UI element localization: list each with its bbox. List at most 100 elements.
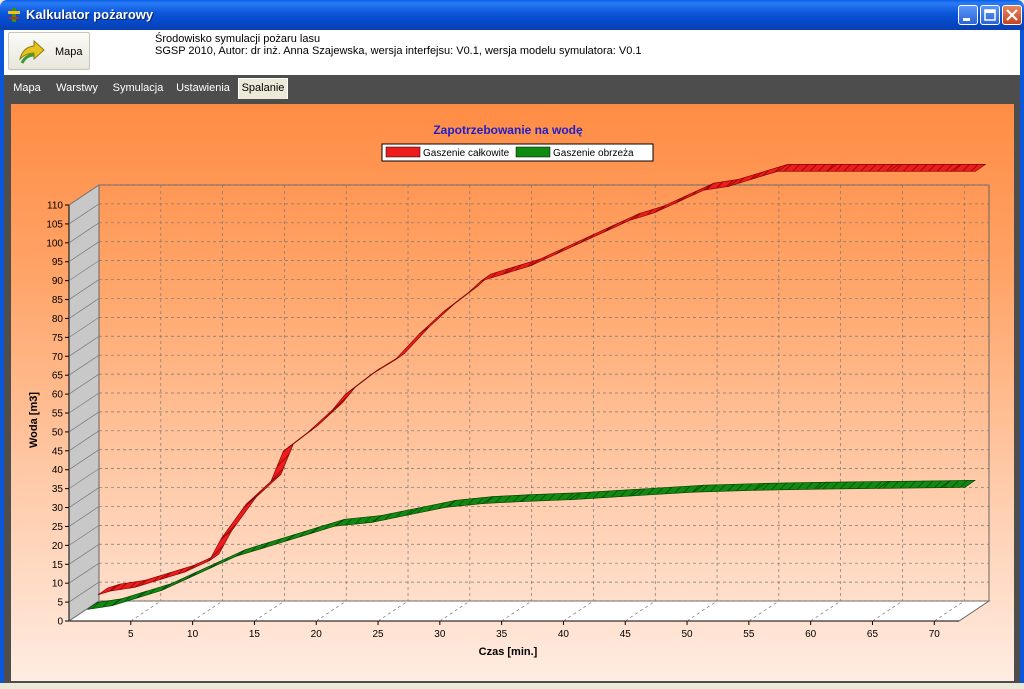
x-tick-label: 55	[743, 629, 755, 640]
x-axis-label: Czas [min.]	[479, 646, 538, 658]
tab-strip: Mapa Warstwy Symulacja Ustawienia Spalan…	[4, 75, 1020, 99]
series-0-segment	[307, 402, 343, 433]
series-0-segment	[629, 205, 665, 221]
tab-label: Mapa	[13, 82, 41, 94]
y-tick-label: 10	[52, 579, 64, 590]
grid	[68, 184, 989, 622]
tab-label: Spalanie	[241, 82, 285, 94]
x-tick-label: 15	[249, 629, 261, 640]
window-title: Kalkulator pożarowy	[26, 7, 154, 22]
x-tick-label: 25	[372, 629, 384, 640]
tab-warstwy[interactable]: Warstwy	[52, 80, 102, 99]
x-tick-label: 40	[558, 629, 570, 640]
x-tick-label: 50	[681, 629, 693, 640]
x-tick-label: 60	[805, 629, 817, 640]
series-0-segment	[888, 164, 962, 172]
tab-label: Ustawienia	[176, 82, 230, 94]
series-0-segment	[728, 171, 764, 187]
maximize-icon	[984, 9, 996, 21]
series-1-segment	[518, 492, 581, 502]
legend-label-perimeter: Gaszenie obrzeża	[553, 148, 634, 159]
y-tick-label: 90	[52, 276, 64, 287]
tab-ustawienia[interactable]: Ustawienia	[174, 80, 232, 99]
window-border-right	[1020, 30, 1024, 689]
map-arrow-icon	[19, 39, 45, 64]
tab-label: Warstwy	[56, 82, 98, 94]
series-1-segment	[568, 488, 643, 501]
series-0-segment	[555, 235, 591, 255]
y-tick-label: 15	[52, 560, 64, 571]
series-1-segment	[877, 480, 952, 489]
y-tick-label: 35	[52, 484, 64, 495]
y-tick-label: 30	[52, 503, 64, 514]
series-1-segment	[284, 526, 321, 542]
minimize-button[interactable]	[958, 5, 978, 25]
y-tick-label: 100	[46, 238, 63, 249]
y-tick-label: 60	[52, 390, 64, 401]
series-1-segment	[260, 534, 296, 550]
series-1-segment	[136, 583, 172, 599]
maximize-button[interactable]	[980, 5, 1000, 25]
series-1-segment	[630, 484, 705, 497]
series-0-segment	[678, 182, 714, 202]
app-icon	[8, 8, 20, 22]
series-1-segment	[815, 481, 890, 490]
series-0-segment	[505, 258, 541, 274]
series-0-segment	[419, 303, 455, 335]
y-tick-label: 50	[52, 427, 64, 438]
chart-panel: 0 5 10 15 20 25 30 35 40 45 50 55 60 65 70 75 80 85 90 95 10…	[11, 104, 1014, 681]
y-tick-label: 0	[57, 617, 63, 628]
y-tick-label: 85	[52, 295, 64, 306]
series-0-segment	[826, 164, 900, 172]
x-tick-label: 65	[867, 629, 879, 640]
legend-label-total: Gaszenie całkowite	[423, 148, 510, 159]
y-tick-label: 95	[52, 257, 64, 268]
y-tick-label: 55	[52, 409, 64, 420]
tab-label: Symulacja	[112, 82, 164, 94]
series-1-segment	[309, 518, 345, 535]
x-tick-label: 30	[434, 629, 446, 640]
y-ticks: 0 5 10 15 20 25 30 35 40 45 50 55 60 65 70 75 80 85 90 95 10…	[46, 201, 69, 628]
x-tick-label: 70	[929, 629, 941, 640]
minimize-icon	[963, 18, 970, 21]
map-button-label: Mapa	[55, 46, 83, 58]
x-tick-label: 45	[620, 629, 632, 640]
y-tick-label: 105	[46, 219, 63, 230]
chart-title: Zapotrzebowanie na wodę	[433, 123, 583, 137]
info-bar: Mapa Środowisko symulacji pożaru lasu SG…	[4, 30, 1020, 75]
x-tick-label: 10	[187, 629, 199, 640]
y-tick-label: 65	[52, 371, 64, 382]
legend: Gaszenie całkowite Gaszenie obrzeża	[381, 143, 654, 162]
map-button[interactable]: Mapa	[8, 32, 90, 70]
x-ticks: 5 10 15 20 25 30 35 40 45 50 55 60 65 70	[128, 621, 940, 640]
legend-swatch-perimeter	[515, 146, 551, 158]
series-0-segment	[245, 474, 282, 505]
series-0-segment	[221, 496, 257, 539]
series-1-segment	[753, 481, 828, 491]
y-tick-label: 70	[52, 352, 64, 363]
app-credits: SGSP 2010, Autor: dr inż. Anna Szajewska…	[155, 45, 642, 57]
close-icon	[1006, 9, 1018, 21]
y-tick-label: 75	[52, 333, 64, 344]
series-0-segment	[134, 572, 170, 588]
y-tick-label: 40	[52, 465, 64, 476]
y-axis-label: Woda [m3]	[28, 392, 40, 448]
x-tick-label: 20	[311, 629, 323, 640]
series-0-segment	[332, 387, 356, 410]
series-0-segment	[530, 247, 566, 267]
y-tick-label: 25	[52, 522, 64, 533]
series-0-segment	[208, 530, 232, 562]
x-tick-label: 35	[496, 629, 508, 640]
close-button[interactable]	[1002, 5, 1022, 25]
series-0-segment	[480, 266, 516, 282]
x-tick-label: 5	[128, 629, 134, 640]
series-1-segment	[692, 482, 766, 493]
series-1-segment	[235, 541, 271, 557]
tab-spalanie[interactable]: Spalanie	[238, 78, 288, 99]
series-1-segment	[481, 494, 532, 504]
tab-mapa[interactable]: Mapa	[10, 80, 44, 99]
water-demand-chart: 0 5 10 15 20 25 30 35 40 45 50 55 60 65 70 75 80 85 90 95 10…	[28, 123, 991, 658]
tab-symulacja[interactable]: Symulacja	[110, 80, 166, 99]
y-tick-label: 80	[52, 314, 64, 325]
chart-floor	[67, 600, 991, 622]
